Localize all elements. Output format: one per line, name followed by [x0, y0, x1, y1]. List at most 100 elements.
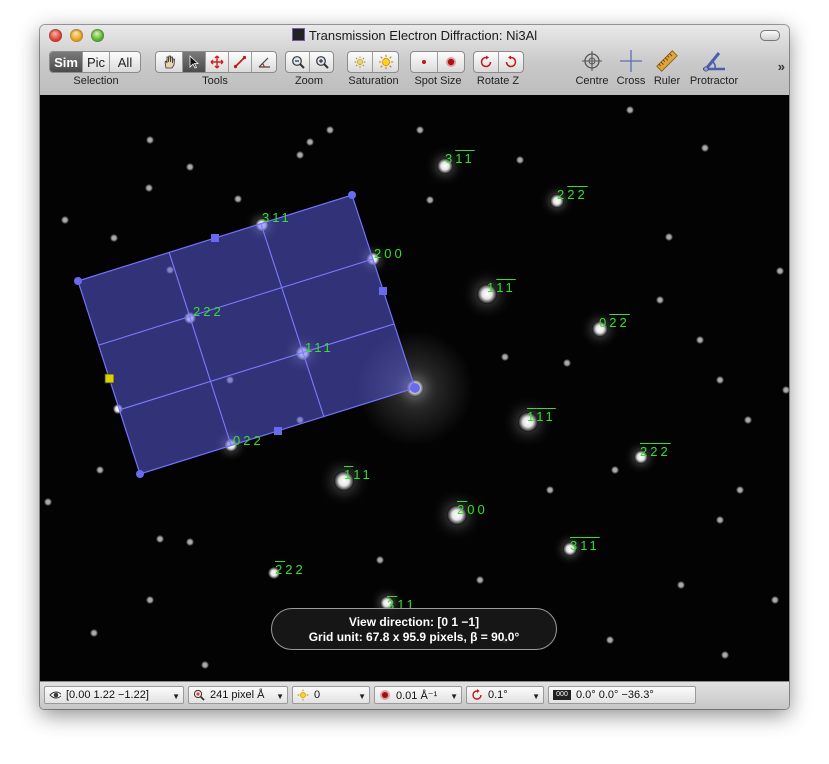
miller-index-digit: 0 [384, 246, 395, 261]
miller-index-digit: 2 [193, 304, 204, 319]
euler-angles-field[interactable]: 000 0.0° 0.0° −36.3° [548, 686, 696, 704]
small-spot-icon [422, 60, 426, 64]
protractor-button[interactable]: Protractor [686, 49, 742, 87]
miller-index-label: 311 [262, 211, 292, 224]
miller-index-digit: 3 [570, 538, 581, 553]
tools-label: Tools [202, 75, 228, 87]
grid-edge-handle[interactable] [379, 287, 387, 295]
miller-index-digit: 0 [467, 502, 478, 517]
miller-index-digit: 1 [545, 409, 556, 424]
ruler-icon [656, 50, 678, 72]
miller-index-label: 111 [344, 468, 373, 481]
miller-index-digit: 3 [262, 210, 273, 225]
angle-tool-button[interactable] [252, 52, 276, 72]
selection-segment: Sim Pic All [49, 51, 141, 73]
miller-index-digit: 1 [323, 340, 334, 355]
saturation-increase-button[interactable] [373, 52, 398, 72]
grid-origin-handle[interactable] [410, 383, 420, 393]
spot-smaller-button[interactable] [411, 52, 438, 72]
miller-index-digit: 2 [285, 562, 296, 577]
toolbar-overflow-button[interactable]: » [778, 59, 785, 74]
cross-button[interactable]: Cross [613, 49, 649, 87]
document-icon [291, 28, 305, 41]
miller-index-digit: 2 [577, 187, 588, 202]
miller-index-digit: 0 [477, 502, 488, 517]
miller-index-digit: 2 [295, 562, 306, 577]
grid-edge-handle[interactable] [211, 234, 219, 242]
zoom-scale-field[interactable]: 241 pixel Å ▼ [188, 686, 288, 704]
hand-icon [164, 55, 175, 69]
titlebar-toolbar: Transmission Electron Diffraction: Ni3Al… [40, 25, 789, 96]
grid-active-handle[interactable] [104, 373, 115, 384]
dim-sun-icon [354, 56, 366, 68]
miller-index-label: 111 [305, 341, 334, 354]
rotate-clockwise-button[interactable] [474, 52, 499, 72]
zoom-in-button[interactable] [310, 52, 333, 72]
miller-index-label: 200 [374, 247, 405, 260]
miller-index-digit: 2 [203, 304, 214, 319]
view-info-hud: View direction: [0 1 −1] Grid unit: 67.8… [271, 608, 557, 650]
grid-edge-handle[interactable] [274, 427, 282, 435]
grid-corner-handle[interactable] [136, 470, 144, 478]
miller-index-digit: 2 [660, 444, 671, 459]
saturation-field[interactable]: 0 ▼ [292, 686, 370, 704]
miller-index-label: 222 [557, 188, 588, 201]
miller-index-digit: 1 [455, 151, 465, 166]
miller-index-digit: 1 [314, 340, 324, 355]
bright-sun-icon [378, 54, 393, 70]
miller-index-digit: 2 [243, 433, 254, 448]
rotate-cw-icon [480, 55, 492, 68]
rotate-z-label: Rotate Z [476, 75, 520, 87]
toolbar-toggle-button[interactable] [760, 30, 780, 41]
spot-size-field[interactable]: 0.01 Å⁻¹ ▼ [374, 686, 462, 704]
move-tool-button[interactable] [206, 52, 229, 72]
zoom-out-button[interactable] [286, 52, 310, 72]
angle-readout-icon: 000 [553, 690, 571, 700]
miller-index-label: 022 [233, 434, 264, 447]
centre-button[interactable]: Centre [572, 49, 612, 87]
grid-corner-handle[interactable] [348, 191, 356, 199]
miller-index-digit: 2 [619, 315, 630, 330]
eye-icon [49, 691, 61, 699]
miller-index-digit: 1 [353, 467, 363, 482]
grid-overlay[interactable] [40, 95, 789, 681]
miller-index-digit: 2 [213, 304, 224, 319]
miller-index-digit: 0 [599, 315, 610, 330]
miller-index-digit: 1 [281, 210, 292, 225]
pic-button[interactable]: Pic [83, 52, 110, 72]
spot-size-segment [410, 51, 465, 73]
sim-button[interactable]: Sim [50, 52, 83, 72]
saturation-label: Saturation [348, 75, 399, 87]
line-measure-icon [233, 55, 247, 69]
zoom-in-icon [315, 56, 329, 69]
miller-index-label: 111 [487, 281, 516, 294]
rotate-counterclockwise-button[interactable] [499, 52, 523, 72]
miller-index-label: 111 [527, 410, 556, 423]
miller-index-digit: 3 [445, 151, 456, 166]
miller-index-digit: 1 [536, 409, 546, 424]
pointer-tool-button[interactable] [183, 52, 206, 72]
miller-index-digit: 1 [580, 538, 590, 553]
protractor-icon [703, 52, 725, 72]
saturation-segment [347, 51, 399, 73]
sun-icon [297, 689, 309, 701]
miller-index-digit: 2 [650, 444, 661, 459]
saturation-decrease-button[interactable] [348, 52, 373, 72]
all-button[interactable]: All [110, 52, 140, 72]
ruler-button[interactable]: Ruler [649, 49, 685, 87]
cross-label: Cross [616, 75, 646, 87]
miller-index-digit: 2 [457, 502, 468, 517]
grid-corner-handle[interactable] [74, 277, 82, 285]
zoom-segment [285, 51, 334, 73]
spot-icon [380, 690, 390, 700]
miller-index-digit: 2 [567, 187, 578, 202]
rotate-cw-icon [472, 689, 482, 700]
spot-larger-button[interactable] [438, 52, 464, 72]
window-title: Transmission Electron Diffraction: Ni3Al [40, 28, 789, 43]
diffraction-canvas[interactable]: 311 222 311 200 111 022 222 111 111 222 022 111 200 3… [40, 95, 789, 681]
hand-tool-button[interactable] [156, 52, 183, 72]
measure-tool-button[interactable] [229, 52, 252, 72]
rotation-step-field[interactable]: 0.1° ▼ [466, 686, 544, 704]
miller-index-digit: 1 [496, 280, 506, 295]
view-direction-field[interactable]: [0.00 1.22 −1.22] ▼ [44, 686, 184, 704]
